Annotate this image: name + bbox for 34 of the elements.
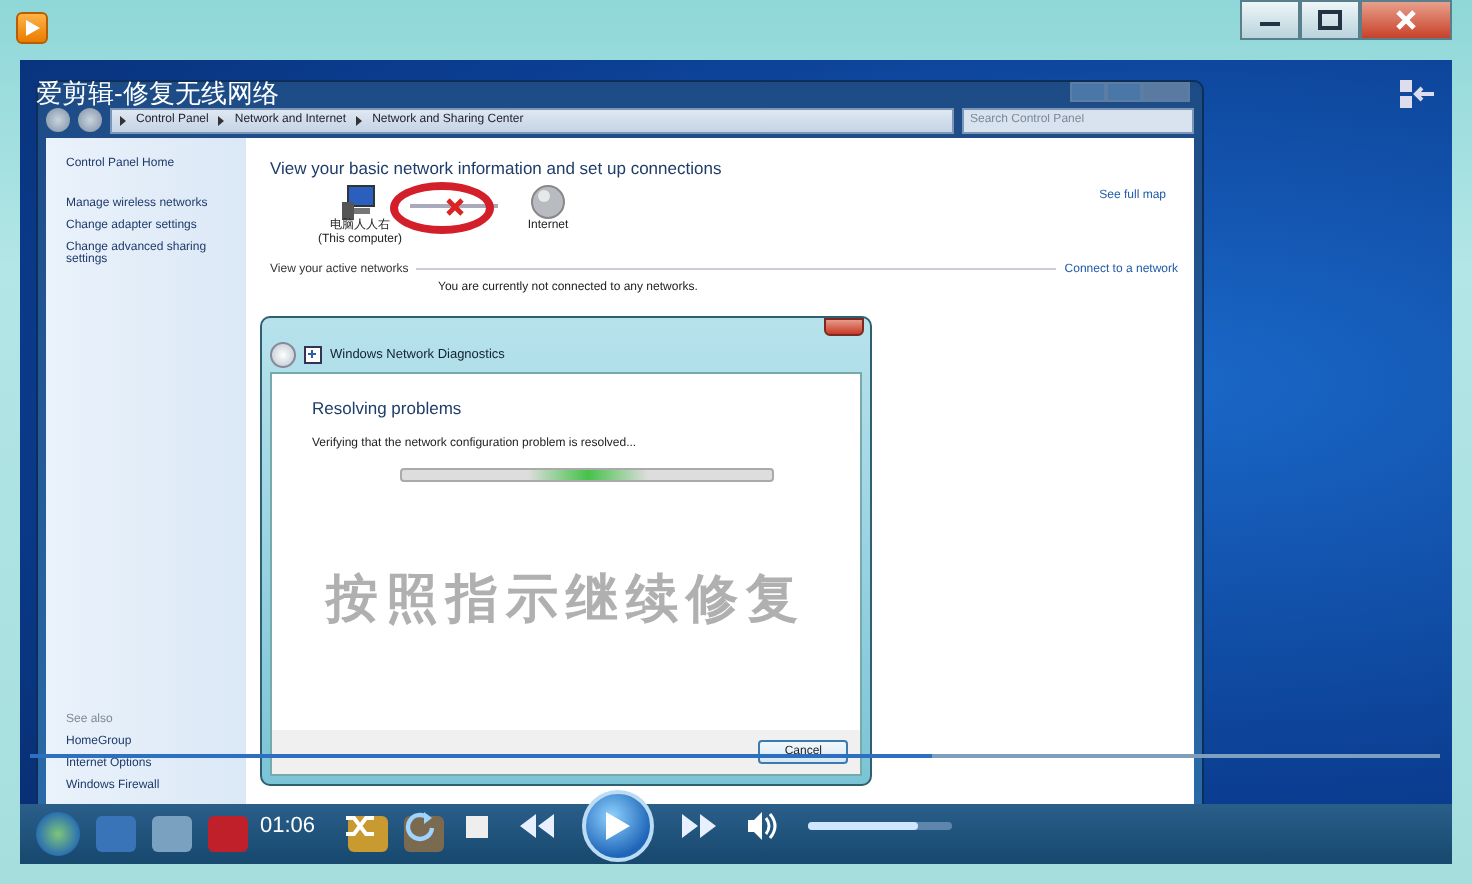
connection-line [410,204,498,207]
highlight-ellipse [390,182,494,234]
snap-icon[interactable] [1400,80,1436,108]
previous-button[interactable] [517,812,554,840]
chevron-icon [120,115,126,125]
back-button[interactable] [270,341,296,367]
close-button[interactable] [824,318,864,336]
video-caption: 按照指示继续修复 [323,568,808,634]
forward-button[interactable] [78,108,102,132]
dialog-heading: Resolving problems [312,398,464,418]
volume-slider[interactable] [807,822,952,830]
minimize-button[interactable] [1240,0,1300,40]
next-button[interactable] [681,812,718,840]
shuffle-button[interactable] [343,812,376,840]
start-button[interactable] [36,812,80,856]
computer-icon [342,184,378,220]
back-button[interactable] [46,108,70,132]
chevron-icon [218,115,225,125]
close-button[interactable] [1360,0,1452,40]
volume-button[interactable] [745,810,780,842]
close-icon [1394,8,1418,32]
play-icon [603,810,632,842]
chevron-icon [356,115,363,125]
shuffle-icon [343,812,376,840]
page-heading: View your basic network information and set up connections [270,158,724,178]
maximize-icon [1318,10,1342,30]
repeat-icon [403,810,436,842]
elapsed-time: 01:06 [260,814,316,838]
speaker-icon [745,810,780,842]
globe-icon [530,184,566,220]
video-title: 爱剪辑-修复无线网络 [36,76,279,112]
play-icon [22,18,42,38]
maximize-button[interactable] [1300,0,1360,40]
repeat-button[interactable] [403,810,436,842]
